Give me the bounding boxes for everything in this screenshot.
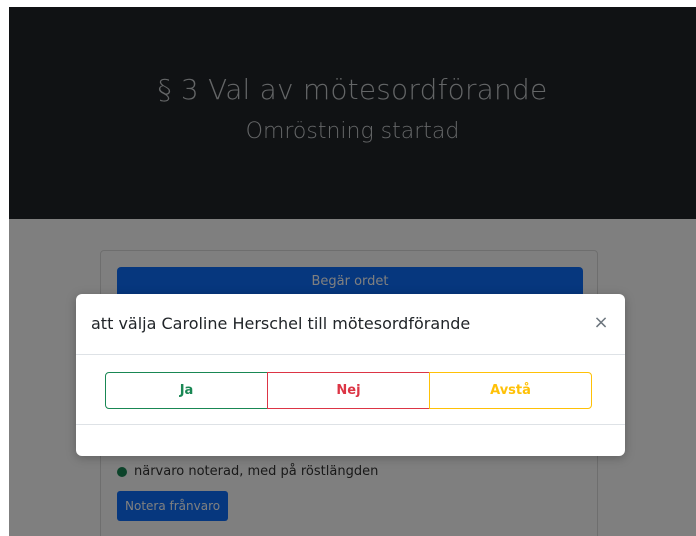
vote-question: att välja Caroline Herschel till mötesor…	[91, 314, 471, 333]
vote-modal-footer	[76, 424, 625, 457]
vote-options: Ja Nej Avstå	[105, 372, 592, 409]
vote-abstain-button[interactable]: Avstå	[429, 372, 592, 409]
close-modal-button[interactable]: ×	[591, 311, 611, 333]
vote-modal: att välja Caroline Herschel till mötesor…	[76, 294, 625, 456]
app-page: § 3 Val av mötesordförande Omröstning st…	[9, 7, 696, 536]
vote-yes-button[interactable]: Ja	[105, 372, 268, 409]
vote-modal-header: att välja Caroline Herschel till mötesor…	[76, 294, 625, 355]
vote-no-button[interactable]: Nej	[267, 372, 430, 409]
